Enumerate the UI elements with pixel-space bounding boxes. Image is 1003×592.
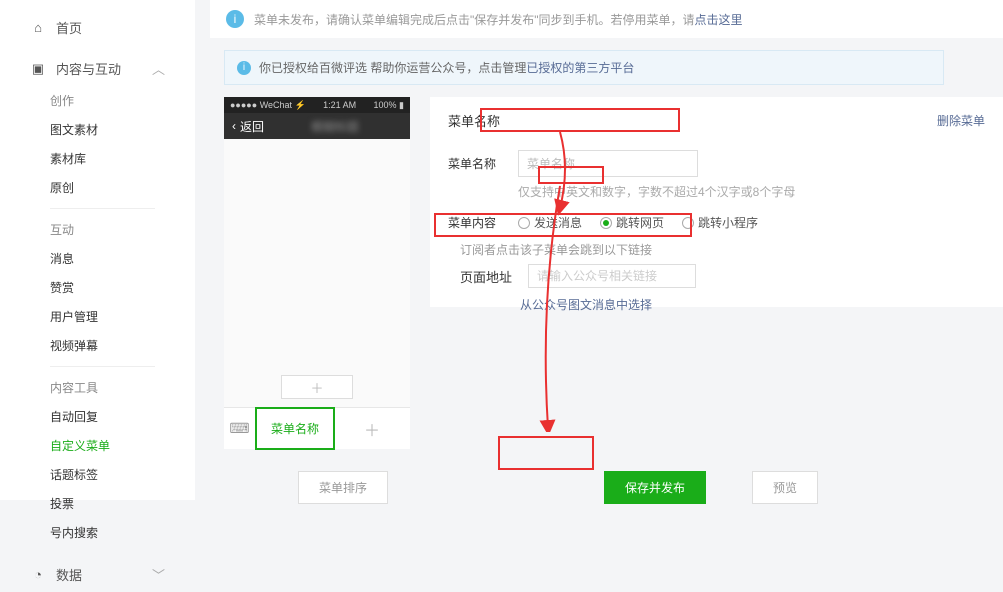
nav-data-label: 数据	[56, 565, 82, 584]
chevron-down-icon: ﹀	[152, 565, 165, 584]
nav-content[interactable]: ▣ 内容与互动 ︿	[0, 51, 195, 86]
nav-item-reward[interactable]: 赞赏	[0, 273, 195, 302]
sub-hint: 订阅者点击该子菜单会跳到以下链接	[460, 241, 985, 258]
battery-label: 100% ▮	[374, 100, 404, 111]
form-panel: 菜单名称 删除菜单 菜单名称 菜单名称 仅支持中英文和数字，字数不超过4个汉字或…	[430, 97, 1003, 307]
phone-header: ‹ 返回 模糊标题	[224, 113, 410, 139]
url-label: 页面地址	[460, 267, 516, 286]
phone-preview: ●●●●● WeChat ⚡ 1:21 AM 100% ▮ ‹ 返回 模糊标题 …	[224, 97, 410, 449]
chevron-up-icon: ︿	[152, 59, 165, 78]
auth-bar: i 你已授权给百微评选 帮助你运营公众号，点击管理已授权的第三方平台	[224, 50, 944, 85]
name-label: 菜单名称	[448, 155, 504, 172]
phone-body: ＋	[224, 139, 410, 407]
phone-menu-bar: ⌨ 菜单名称 ＋	[224, 407, 410, 449]
info-icon: i	[237, 61, 251, 75]
notice-link[interactable]: 点击这里	[695, 13, 743, 27]
back-icon[interactable]: ‹	[232, 119, 236, 133]
nav-item-messages[interactable]: 消息	[0, 244, 195, 273]
phone-statusbar: ●●●●● WeChat ⚡ 1:21 AM 100% ▮	[224, 97, 410, 113]
time-label: 1:21 AM	[323, 100, 356, 110]
divider	[50, 366, 155, 367]
home-icon: ⌂	[30, 20, 46, 36]
save-publish-button[interactable]: 保存并发布	[604, 471, 706, 504]
nav-item-vote[interactable]: 投票	[0, 489, 195, 518]
keyboard-icon[interactable]: ⌨	[224, 408, 256, 449]
divider	[50, 208, 155, 209]
nav-data[interactable]: ◔ 数据 ﹀	[0, 557, 195, 592]
notice-bar: i 菜单未发布，请确认菜单编辑完成后点击"保存并发布"同步到手机。若停用菜单，请…	[210, 0, 1003, 38]
nav-item-autoreply[interactable]: 自动回复	[0, 402, 195, 431]
nav-item-materials[interactable]: 素材库	[0, 144, 195, 173]
panel-title: 菜单名称	[448, 111, 500, 130]
select-from-articles-link[interactable]: 从公众号图文消息中选择	[520, 296, 652, 313]
carrier-label: ●●●●● WeChat ⚡	[230, 100, 306, 111]
name-input[interactable]: 菜单名称	[518, 150, 698, 177]
nav-item-custommenu[interactable]: 自定义菜单	[0, 431, 195, 460]
radio-jump-web[interactable]: 跳转网页	[600, 214, 664, 231]
nav-home-label: 首页	[56, 18, 82, 37]
content-label: 菜单内容	[448, 214, 504, 231]
main: i 菜单未发布，请确认菜单编辑完成后点击"保存并发布"同步到手机。若停用菜单，请…	[210, 0, 1003, 500]
sidebar: ⌂ 首页 ▣ 内容与互动 ︿ 创作 图文素材 素材库 原创 互动 消息 赞赏 用…	[0, 0, 195, 500]
add-submenu-button[interactable]: ＋	[281, 375, 353, 399]
sort-button[interactable]: 菜单排序	[298, 471, 388, 504]
content-icon: ▣	[30, 61, 46, 77]
name-hint: 仅支持中英文和数字，字数不超过4个汉字或8个字母	[518, 183, 985, 200]
back-label[interactable]: 返回	[240, 118, 264, 135]
radio-send-message[interactable]: 发送消息	[518, 214, 582, 231]
nav-group-interact: 互动	[0, 215, 195, 244]
menu-slot-1[interactable]: 菜单名称	[255, 407, 335, 450]
nav-item-search[interactable]: 号内搜索	[0, 518, 195, 547]
auth-text: 你已授权给百微评选 帮助你运营公众号，点击管理	[259, 61, 526, 75]
nav-content-label: 内容与互动	[56, 59, 121, 78]
delete-menu-link[interactable]: 删除菜单	[937, 112, 985, 129]
auth-link[interactable]: 已授权的第三方平台	[526, 61, 634, 75]
notice-text: 菜单未发布，请确认菜单编辑完成后点击"保存并发布"同步到手机。若停用菜单，请	[254, 13, 695, 27]
phone-title-blur: 模糊标题	[268, 118, 402, 135]
nav-item-topics[interactable]: 话题标签	[0, 460, 195, 489]
nav-group-create: 创作	[0, 86, 195, 115]
radio-jump-miniprogram[interactable]: 跳转小程序	[682, 214, 758, 231]
chart-icon: ◔	[30, 567, 46, 583]
menu-slot-add[interactable]: ＋	[334, 408, 410, 449]
preview-button[interactable]: 预览	[752, 471, 818, 504]
nav-group-tools: 内容工具	[0, 373, 195, 402]
nav-item-articles[interactable]: 图文素材	[0, 115, 195, 144]
info-icon: i	[226, 10, 244, 28]
footer-buttons: 菜单排序 保存并发布 预览	[224, 471, 1003, 504]
nav-item-users[interactable]: 用户管理	[0, 302, 195, 331]
nav-home[interactable]: ⌂ 首页	[0, 10, 195, 45]
url-input[interactable]	[528, 264, 696, 288]
nav-item-original[interactable]: 原创	[0, 173, 195, 202]
nav-item-danmu[interactable]: 视频弹幕	[0, 331, 195, 360]
